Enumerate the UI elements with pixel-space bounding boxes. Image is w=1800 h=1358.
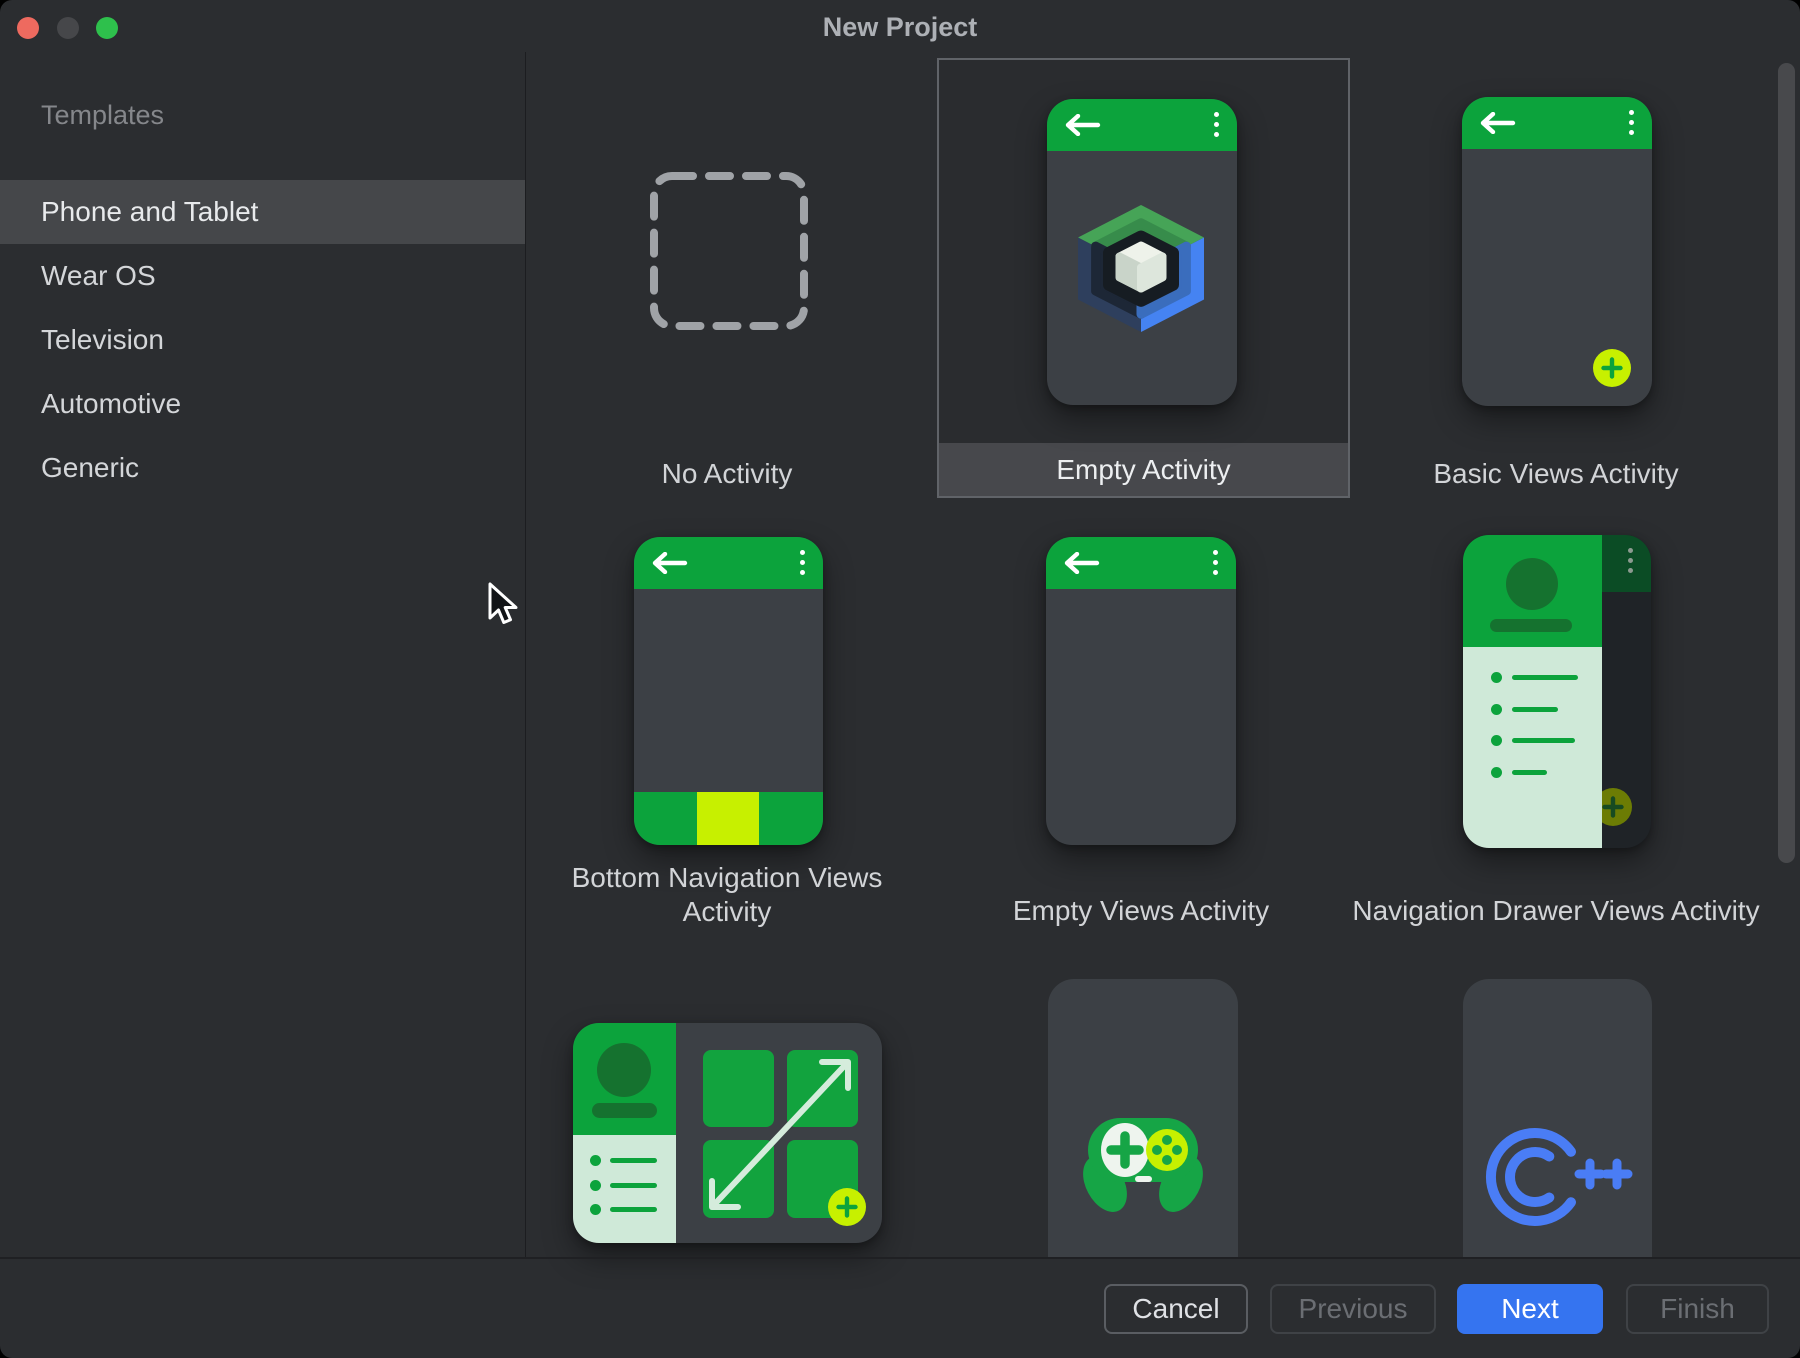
scrollbar-thumb[interactable]	[1778, 63, 1795, 863]
template-card-no-activity[interactable]: No Activity	[527, 457, 927, 491]
templates-sidebar: Templates Phone and Tablet Wear OS Telev…	[0, 52, 526, 1257]
username-placeholder	[1490, 619, 1572, 632]
empty-views-activity-thumbnail	[1046, 537, 1236, 845]
drawer-header	[573, 1023, 676, 1135]
footer-separator	[0, 1257, 1800, 1259]
avatar-icon	[1506, 558, 1558, 610]
window-title: New Project	[0, 12, 1800, 43]
kebab-menu-icon	[1629, 110, 1634, 135]
menu-bullet-icon	[590, 1155, 601, 1166]
menu-line	[610, 1207, 657, 1212]
jetpack-compose-logo-icon	[1067, 203, 1215, 333]
menu-line	[610, 1183, 657, 1188]
bottom-nav-selected-tab	[697, 792, 759, 845]
cpp-logo-icon	[1485, 1117, 1635, 1237]
kebab-menu-icon	[1628, 548, 1633, 573]
avatar-icon	[597, 1043, 651, 1097]
appbar	[1047, 99, 1237, 151]
no-activity-placeholder-icon[interactable]	[646, 168, 812, 334]
back-arrow-icon	[1062, 552, 1100, 574]
sidebar-item-phone-and-tablet[interactable]: Phone and Tablet	[0, 180, 525, 244]
sidebar-item-label: Phone and Tablet	[41, 196, 258, 228]
previous-button[interactable]: Previous	[1270, 1284, 1436, 1334]
titlebar: New Project	[0, 0, 1800, 52]
sidebar-item-label: Generic	[41, 452, 139, 484]
empty-activity-thumbnail	[1047, 99, 1237, 405]
sidebar-item-generic[interactable]: Generic	[0, 436, 525, 500]
sidebar-item-television[interactable]: Television	[0, 308, 525, 372]
nav-drawer-panel	[573, 1023, 676, 1243]
new-project-dialog: New Project Templates Phone and Tablet W…	[0, 0, 1800, 1358]
fab-add-icon	[828, 1188, 866, 1226]
sidebar-item-label: Automotive	[41, 388, 181, 420]
back-arrow-icon	[1478, 112, 1516, 134]
template-card-bottom-navigation-views-activity[interactable]: Bottom Navigation Views Activity	[537, 861, 917, 929]
drawer-menu	[1463, 647, 1602, 848]
sidebar-item-wear-os[interactable]: Wear OS	[0, 244, 525, 308]
native-cpp-thumbnail[interactable]	[1463, 979, 1652, 1257]
drawer-menu	[573, 1135, 676, 1243]
appbar	[634, 537, 823, 589]
responsive-views-thumbnail[interactable]	[573, 1023, 882, 1243]
sidebar-item-automotive[interactable]: Automotive	[0, 372, 525, 436]
finish-button[interactable]: Finish	[1626, 1284, 1769, 1334]
template-card-empty-views-activity[interactable]: Empty Views Activity	[941, 894, 1341, 928]
kebab-menu-icon	[1214, 112, 1219, 137]
back-arrow-icon	[1063, 114, 1101, 136]
game-activity-thumbnail[interactable]	[1048, 979, 1238, 1257]
cancel-button[interactable]: Cancel	[1104, 1284, 1248, 1334]
appbar	[1462, 97, 1652, 149]
menu-line	[610, 1158, 657, 1163]
menu-bullet-icon	[1491, 704, 1502, 715]
sidebar-item-label: Television	[41, 324, 164, 356]
basic-views-activity-thumbnail	[1462, 97, 1652, 406]
menu-bullet-icon	[590, 1180, 601, 1191]
menu-bullet-icon	[590, 1204, 601, 1215]
template-card-navigation-drawer-views-activity[interactable]: Navigation Drawer Views Activity	[1316, 894, 1796, 928]
template-card-basic-views-activity[interactable]: Basic Views Activity	[1356, 457, 1756, 491]
username-placeholder	[592, 1103, 657, 1118]
nav-drawer-panel	[1463, 535, 1602, 848]
appbar	[1046, 537, 1236, 589]
mouse-cursor-icon	[486, 582, 522, 630]
menu-line	[1512, 707, 1558, 712]
menu-bullet-icon	[1491, 735, 1502, 746]
fab-add-icon	[1593, 349, 1631, 387]
menu-bullet-icon	[1491, 672, 1502, 683]
menu-line	[1512, 738, 1575, 743]
gamepad-icon	[1063, 1106, 1223, 1231]
menu-bullet-icon	[1491, 767, 1502, 778]
kebab-menu-icon	[800, 550, 805, 575]
bottom-navigation-thumbnail	[634, 537, 823, 845]
menu-line	[1512, 675, 1578, 680]
sidebar-header: Templates	[41, 100, 164, 131]
sidebar-item-label: Wear OS	[41, 260, 156, 292]
bottom-nav-bar	[634, 792, 823, 845]
menu-line	[1512, 770, 1547, 775]
kebab-menu-icon	[1213, 550, 1218, 575]
drawer-header	[1463, 535, 1602, 647]
next-button[interactable]: Next	[1457, 1284, 1603, 1334]
back-arrow-icon	[650, 552, 688, 574]
navigation-drawer-thumbnail	[1463, 535, 1651, 848]
selected-template-label: Empty Activity	[939, 443, 1348, 496]
